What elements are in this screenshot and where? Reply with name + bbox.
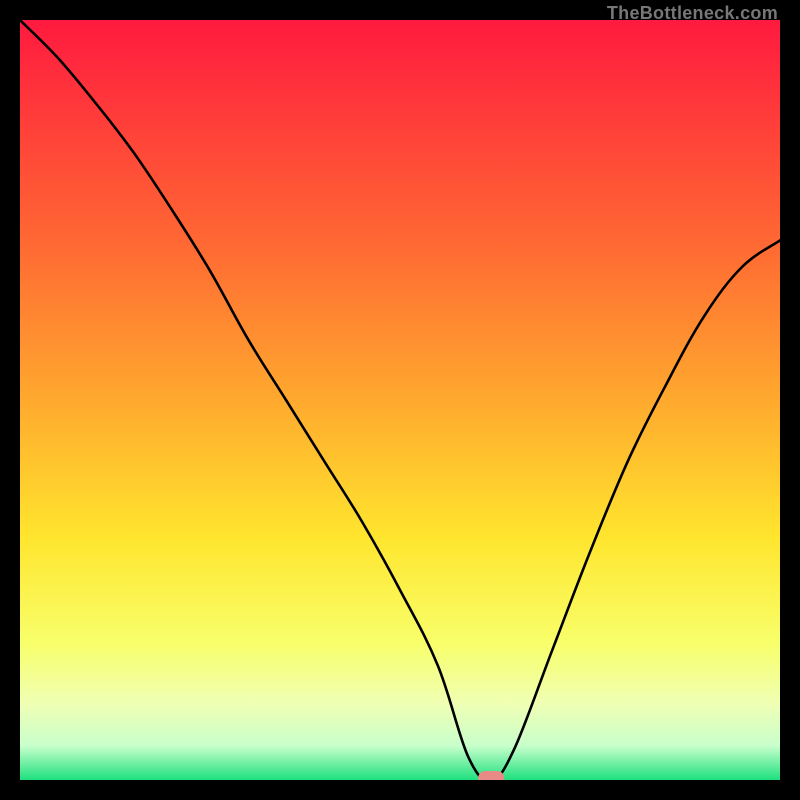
plot-area <box>20 20 780 780</box>
chart-svg <box>20 20 780 780</box>
chart-container: TheBottleneck.com <box>0 0 800 800</box>
minimum-marker <box>478 771 504 780</box>
